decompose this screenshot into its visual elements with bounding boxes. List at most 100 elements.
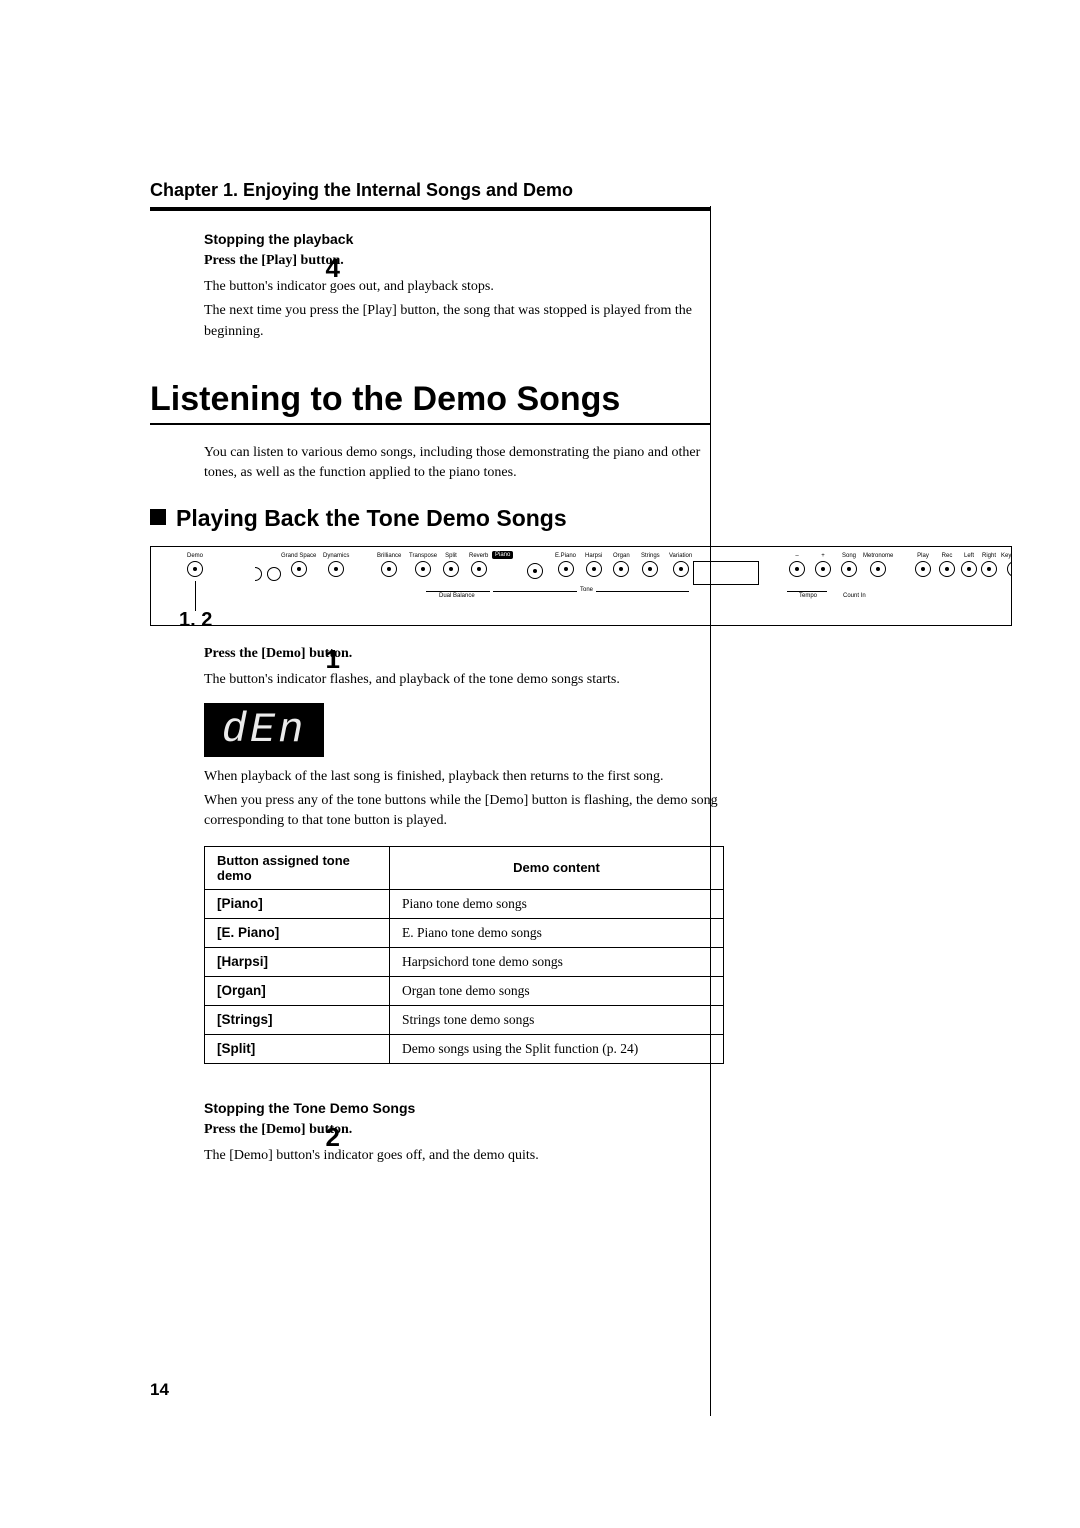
step4-para1: The button's indicator goes out, and pla…: [204, 277, 724, 297]
headphone-jack-icon: [267, 567, 281, 581]
label-trans: Transpose: [409, 553, 437, 559]
epiano-button-icon: [558, 561, 574, 577]
reverb-button-icon: [471, 561, 487, 577]
label-rec: Rec: [939, 553, 955, 559]
cell-k: [Split]: [205, 1034, 390, 1063]
cell-k: [Strings]: [205, 1005, 390, 1034]
table-row: [Split]Demo songs using the Split functi…: [205, 1034, 724, 1063]
table-row: [Harpsi]Harpsichord tone demo songs: [205, 947, 724, 976]
label-play: Play: [915, 553, 931, 559]
cell-v: Harpsichord tone demo songs: [390, 947, 724, 976]
piano-button-icon: [527, 563, 543, 579]
label-plus: +: [815, 553, 831, 559]
lcd-display: dEn: [204, 703, 324, 757]
organ-button-icon: [613, 561, 629, 577]
step-number-4: 4: [300, 255, 340, 281]
table-row: [Strings]Strings tone demo songs: [205, 1005, 724, 1034]
label-dyn: Dynamics: [323, 553, 349, 559]
label-strings: Strings: [641, 553, 660, 559]
step-number-1: 1: [300, 646, 340, 672]
rec-button-icon: [939, 561, 955, 577]
chapter-rule: [150, 207, 710, 211]
callout-pointer: [195, 581, 196, 611]
cell-v: Organ tone demo songs: [390, 976, 724, 1005]
bril-button-icon: [381, 561, 397, 577]
label-bril: Brilliance: [377, 553, 401, 559]
label-countin: Count In: [843, 593, 866, 599]
step-number-2: 2: [300, 1124, 340, 1150]
key-button-icon: [1007, 561, 1012, 577]
cell-k: [Piano]: [205, 889, 390, 918]
step4-instruction: Press the [Play] button.: [204, 253, 724, 269]
step4-para2: The next time you press the [Play] butto…: [204, 301, 724, 342]
page-number: 14: [150, 1380, 169, 1400]
tempo-bracket: [787, 591, 827, 592]
right-button-icon: [981, 561, 997, 577]
piano-label-inverted: Piano: [492, 551, 513, 559]
heading-stopping-demo: Stopping the Tone Demo Songs: [204, 1100, 724, 1116]
metro-button-icon: [870, 561, 886, 577]
variation-button-icon: [673, 561, 689, 577]
table-row: [Organ]Organ tone demo songs: [205, 976, 724, 1005]
dual-bracket: [426, 591, 490, 592]
step2-para1: The [Demo] button's indicator goes off, …: [204, 1146, 724, 1166]
subsection-title: Playing Back the Tone Demo Songs: [150, 505, 960, 532]
label-left: Left: [961, 553, 977, 559]
demo-table: Button assigned tone demo Demo content […: [204, 846, 724, 1064]
plus-button-icon: [815, 561, 831, 577]
label-organ: Organ: [613, 553, 630, 559]
label-right: Right: [981, 553, 997, 559]
table-header-button: Button assigned tone demo: [205, 846, 390, 889]
label-minus: –: [789, 553, 805, 559]
left-button-icon: [961, 561, 977, 577]
label-key: Key Touch: [1001, 553, 1012, 559]
demo-button-icon: [187, 561, 203, 577]
label-dual: Dual Balance: [439, 593, 475, 599]
cell-k: [Harpsi]: [205, 947, 390, 976]
play-button-icon: [915, 561, 931, 577]
table-row: [E. Piano]E. Piano tone demo songs: [205, 918, 724, 947]
callout-label: 1, 2: [179, 609, 212, 626]
section-rule: [150, 423, 710, 425]
step1-instruction: Press the [Demo] button.: [204, 646, 724, 662]
panel-illustration: 1, 2 Piano Demo Grand Space Dynamics Bri…: [150, 546, 1012, 626]
dyn-button-icon: [328, 561, 344, 577]
strings-button-icon: [642, 561, 658, 577]
heading-stopping-playback: Stopping the playback: [204, 231, 724, 247]
label-split: Split: [443, 553, 459, 559]
cell-k: [Organ]: [205, 976, 390, 1005]
cell-v: Piano tone demo songs: [390, 889, 724, 918]
step1-para1: The button's indicator flashes, and play…: [204, 670, 724, 690]
label-grand: Grand Space: [281, 553, 316, 559]
label-variation: Variation: [669, 553, 692, 559]
label-song: Song: [841, 553, 857, 559]
headphone-icon: [255, 567, 262, 581]
cell-v: E. Piano tone demo songs: [390, 918, 724, 947]
cell-k: [E. Piano]: [205, 918, 390, 947]
step2-instruction: Press the [Demo] button.: [204, 1122, 724, 1138]
section-title: Listening to the Demo Songs: [150, 380, 960, 419]
table-row: [Piano]Piano tone demo songs: [205, 889, 724, 918]
grand-button-icon: [291, 561, 307, 577]
chapter-title: Chapter 1. Enjoying the Internal Songs a…: [150, 180, 960, 201]
table-header-content: Demo content: [390, 846, 724, 889]
label-harpsi: Harpsi: [585, 553, 602, 559]
label-metro: Metronome: [863, 553, 893, 559]
step1-para3: When you press any of the tone buttons w…: [204, 791, 724, 832]
split-button-icon: [443, 561, 459, 577]
label-tone: Tone: [577, 587, 596, 593]
step1-para2: When playback of the last song is finish…: [204, 767, 724, 787]
square-bullet-icon: [150, 509, 166, 525]
label-demo: Demo: [187, 553, 203, 559]
harpsi-button-icon: [586, 561, 602, 577]
label-tempo: Tempo: [799, 593, 817, 599]
subsection-title-text: Playing Back the Tone Demo Songs: [176, 505, 567, 531]
label-epiano: E.Piano: [555, 553, 576, 559]
section-intro: You can listen to various demo songs, in…: [204, 443, 724, 484]
minus-button-icon: [789, 561, 805, 577]
cell-v: Demo songs using the Split function (p. …: [390, 1034, 724, 1063]
cell-v: Strings tone demo songs: [390, 1005, 724, 1034]
display-icon: [693, 561, 759, 585]
trans-button-icon: [415, 561, 431, 577]
label-reverb: Reverb: [469, 553, 488, 559]
